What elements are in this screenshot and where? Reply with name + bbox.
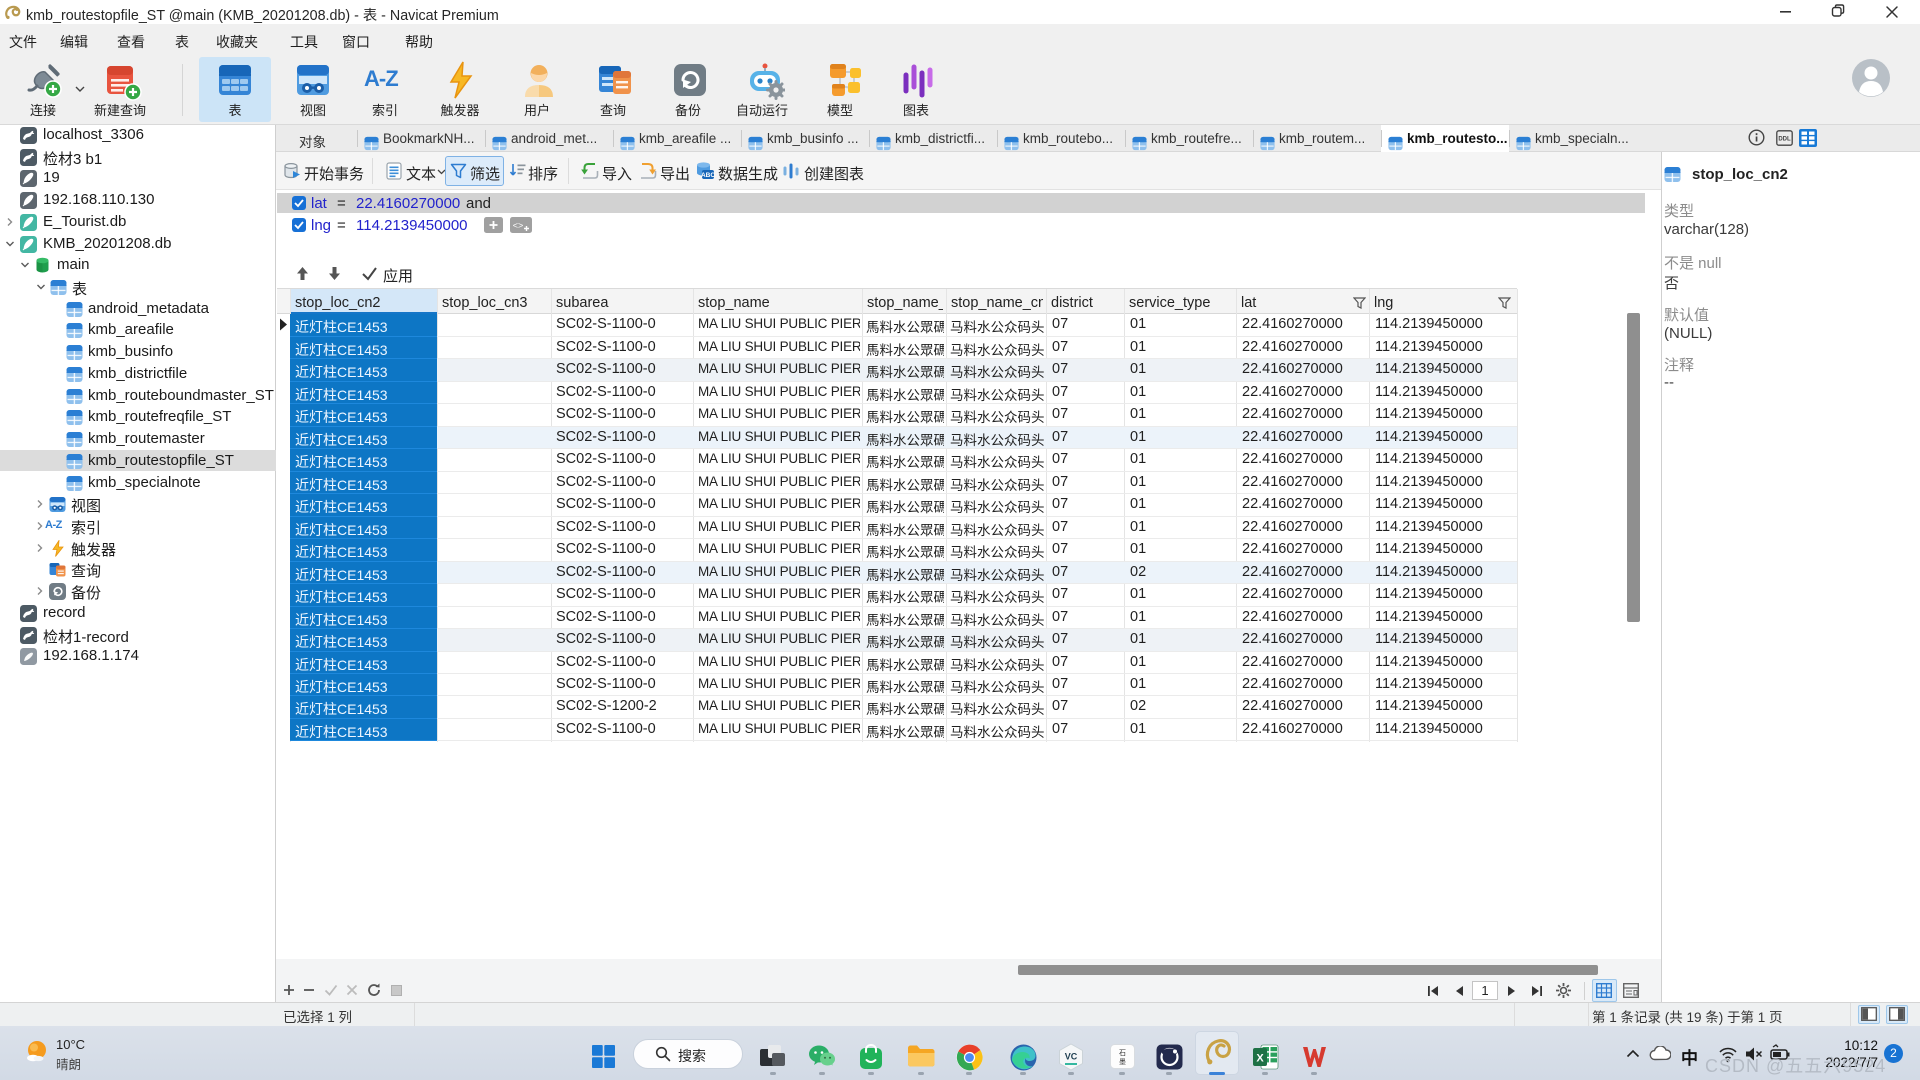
svg-text:VC: VC [1065, 1052, 1078, 1062]
svg-text:X: X [1256, 1053, 1264, 1065]
svg-text:<>: <> [513, 221, 524, 231]
svg-text:DDL: DDL [1778, 137, 1791, 143]
svg-text:ABC: ABC [701, 172, 715, 179]
svg-text:墨: 墨 [1119, 1057, 1126, 1067]
